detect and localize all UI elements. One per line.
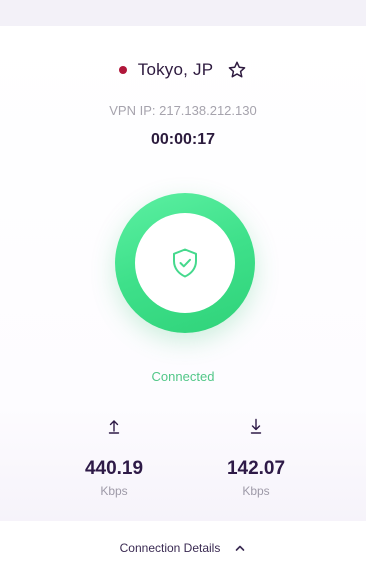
vpn-ip-label: VPN IP: 217.138.212.130	[109, 103, 257, 118]
vpn-app: Tokyo, JP VPN IP: 217.138.212.130 00:00:…	[0, 0, 366, 564]
connection-status: Connected	[151, 369, 215, 384]
toggle-inner-circle	[135, 213, 235, 313]
location-name[interactable]: Tokyo, JP	[138, 60, 214, 80]
chevron-up-icon	[236, 545, 245, 551]
download-arrow-icon	[250, 418, 262, 434]
star-icon[interactable]	[227, 60, 247, 80]
download-speed-value: 142.07	[226, 458, 286, 479]
upload-speed-unit: Kbps	[100, 484, 128, 498]
connection-details-button[interactable]: Connection Details	[0, 521, 366, 564]
download-stat: 142.07 Kbps	[196, 418, 316, 498]
upload-arrow-icon	[108, 420, 120, 434]
location-status-dot	[118, 66, 127, 74]
connection-timer: 00:00:17	[150, 131, 216, 148]
connect-toggle-button[interactable]	[115, 193, 255, 333]
shield-check-icon	[173, 248, 197, 278]
location-row: Tokyo, JP	[0, 58, 366, 82]
upload-speed-value: 440.19	[84, 458, 144, 479]
top-bar	[0, 0, 366, 26]
connection-details-label: Connection Details	[119, 540, 221, 555]
upload-stat: 440.19 Kbps	[54, 418, 174, 498]
download-speed-unit: Kbps	[242, 484, 270, 498]
